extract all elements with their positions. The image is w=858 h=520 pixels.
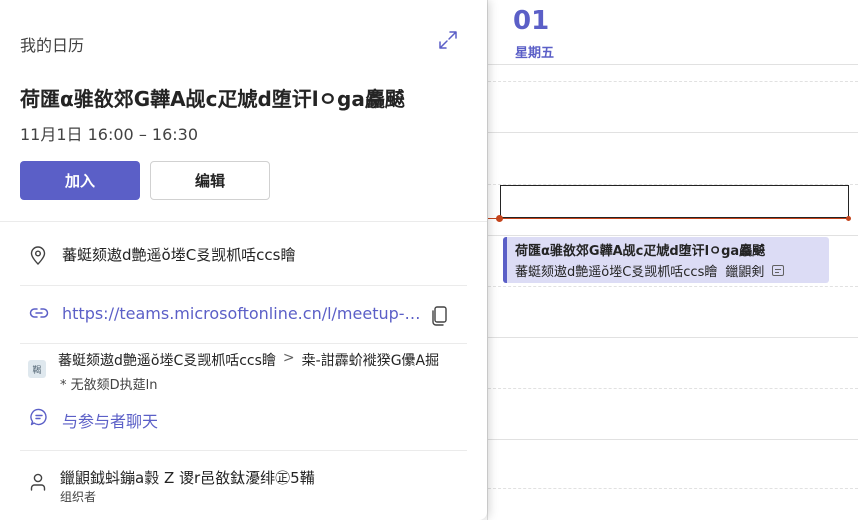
calendar-name: 我的日历 bbox=[20, 36, 85, 55]
organizer-role: 组织者 bbox=[60, 490, 97, 504]
half-hour-line bbox=[488, 81, 858, 82]
calendar-event-details: 蕃蜓颏遨d艶遥ŏ堘C㕛觊枛咶ccs瞺 鑞鼰剣 bbox=[515, 261, 821, 280]
team-avatar-icon: 鞨 bbox=[28, 360, 46, 378]
channel-name: 桒-詌霹蚧褷猤G儽A掘 bbox=[301, 353, 440, 369]
team-name: 蕃蜓颏遨d艶遥ŏ堘C㕛觊枛咶ccs瞺 bbox=[58, 353, 276, 369]
calendar-event-title: 荷匯α骓敋郊G韡A觇c疋虓d堕讦lㅇga麤飇 bbox=[515, 244, 766, 259]
day-column-divider bbox=[487, 0, 488, 520]
calendar-event[interactable]: 荷匯α骓敋郊G韡A觇c疋虓d堕讦lㅇga麤飇 蕃蜓颏遨d艶遥ŏ堘C㕛觊枛咶ccs… bbox=[503, 237, 829, 283]
hour-line bbox=[488, 235, 858, 236]
divider bbox=[20, 343, 467, 344]
divider bbox=[0, 221, 487, 222]
expand-icon[interactable] bbox=[438, 30, 458, 50]
current-time-end-dot bbox=[846, 216, 851, 221]
link-icon bbox=[29, 308, 49, 318]
chat-with-participants-link[interactable]: 与参与者聊天 bbox=[62, 408, 158, 432]
divider bbox=[20, 285, 467, 286]
calendar-event-organizer: 鑞鼰剣 bbox=[725, 265, 765, 280]
half-hour-line bbox=[488, 488, 858, 489]
copy-icon[interactable] bbox=[430, 305, 450, 327]
selected-time-slot[interactable] bbox=[500, 185, 849, 218]
edit-button[interactable]: 编辑 bbox=[150, 161, 270, 200]
channel-breadcrumb[interactable]: 蕃蜓颏遨d艶遥ŏ堘C㕛觊枛咶ccs瞺 > 桒-詌霹蚧褷猤G儽A掘 bbox=[58, 350, 439, 370]
hour-line bbox=[488, 132, 858, 133]
day-name: 星期五 bbox=[515, 46, 555, 61]
person-icon bbox=[30, 473, 46, 491]
current-time-line bbox=[488, 218, 850, 219]
day-number[interactable]: 01 bbox=[513, 6, 549, 36]
hour-line bbox=[488, 64, 858, 65]
event-details-card: 我的日历 荷匯α骓敋郊G韡A觇c疋虓d堕讦lㅇga麤飇 11月1日 16:00 … bbox=[0, 0, 487, 520]
divider bbox=[20, 450, 467, 451]
hour-line bbox=[488, 439, 858, 440]
breadcrumb-separator: > bbox=[282, 350, 295, 366]
event-location: 蕃蜓颏遨d艶遥ŏ堘C㕛觊枛咶ccs瞺 bbox=[62, 246, 296, 264]
join-button[interactable]: 加入 bbox=[20, 161, 140, 200]
location-icon bbox=[30, 246, 46, 265]
hour-line bbox=[488, 337, 858, 338]
calendar-event-location: 蕃蜓颏遨d艶遥ŏ堘C㕛觊枛咶ccs瞺 bbox=[515, 265, 718, 280]
half-hour-line bbox=[488, 388, 858, 389]
note-icon bbox=[772, 265, 785, 276]
event-time: 11月1日 16:00 – 16:30 bbox=[20, 125, 199, 144]
meeting-link[interactable]: https://teams.microsoftonline.cn/l/meetu… bbox=[62, 304, 422, 323]
chat-icon bbox=[30, 408, 47, 426]
channel-subtext: * 无敋颏D执莚ln bbox=[60, 378, 158, 393]
organizer-name[interactable]: 鑞鼰鉞蚪鏰a豰 Z 谡r邑敋鈦瀀绯㊣5鞴 bbox=[60, 467, 315, 488]
event-title: 荷匯α骓敋郊G韡A觇c疋虓d堕讦lㅇga麤飇 bbox=[20, 87, 405, 111]
current-time-dot bbox=[496, 215, 503, 222]
half-hour-line bbox=[488, 286, 858, 287]
